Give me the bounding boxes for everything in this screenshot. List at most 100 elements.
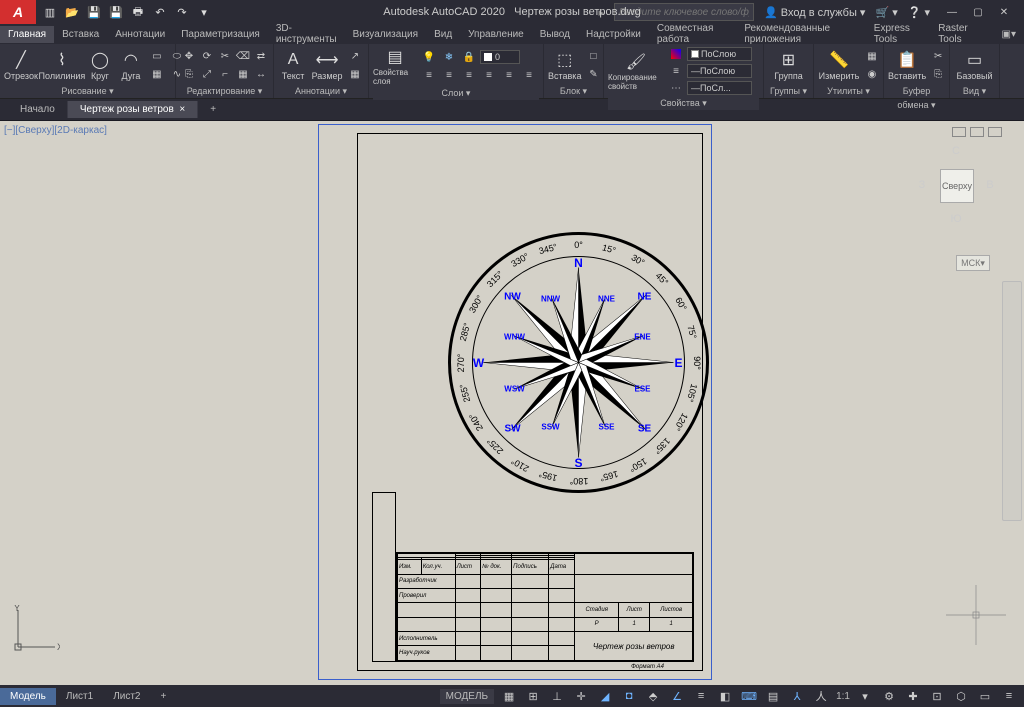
layout-tab-2[interactable]: Лист2 xyxy=(103,688,150,705)
stretch-icon[interactable]: ↔ xyxy=(252,66,270,82)
move-icon[interactable]: ✥ xyxy=(180,48,198,64)
text-button[interactable]: AТекст xyxy=(278,49,308,81)
tab-manage[interactable]: Управление xyxy=(460,26,532,43)
circle-button[interactable]: ◯Круг xyxy=(86,49,114,81)
fillet-icon[interactable]: ⌐ xyxy=(216,66,234,82)
3dosnap-icon[interactable]: ⬘ xyxy=(644,688,662,704)
tab-insert[interactable]: Вставка xyxy=(54,26,107,43)
wcs-label[interactable]: МСК ▾ xyxy=(956,255,990,271)
hatch-icon[interactable]: ▦ xyxy=(148,66,166,82)
clean-icon[interactable]: ▭ xyxy=(976,688,994,704)
exchange-icon[interactable]: 🛒 ▾ xyxy=(875,6,897,19)
sc-icon[interactable]: ⅄ xyxy=(788,688,806,704)
tab-output[interactable]: Вывод xyxy=(532,26,578,43)
viewcube-top-face[interactable]: Сверху xyxy=(940,169,974,203)
maximize-button[interactable]: ▢ xyxy=(966,4,990,20)
viewport-close-icon[interactable] xyxy=(988,127,1002,137)
ws-icon[interactable]: ⚙ xyxy=(880,688,898,704)
custom-icon[interactable]: ≡ xyxy=(1000,688,1018,704)
array-icon[interactable]: ▦ xyxy=(234,66,252,82)
layout-tab-1[interactable]: Лист1 xyxy=(56,688,103,705)
close-button[interactable]: ✕ xyxy=(992,4,1016,20)
insert-block-button[interactable]: ⬚Вставка xyxy=(548,49,581,81)
layout-tab-add[interactable]: + xyxy=(151,688,177,705)
color-combo[interactable]: ПоСлою xyxy=(687,47,752,61)
dimension-button[interactable]: ⟷Размер xyxy=(311,49,343,81)
navigation-bar[interactable] xyxy=(1002,281,1022,521)
layer-lock-icon[interactable]: 🔒 xyxy=(460,49,478,65)
mirror-icon[interactable]: ⇄ xyxy=(252,48,270,64)
util-icon2[interactable]: ◉ xyxy=(863,66,881,82)
arc-button[interactable]: ◠Дуга xyxy=(117,49,145,81)
undo-icon[interactable]: ↶ xyxy=(152,4,168,20)
tab-view[interactable]: Вид xyxy=(426,26,460,43)
doctab-drawing[interactable]: Чертеж розы ветров × xyxy=(68,101,198,118)
doctab-add[interactable]: + xyxy=(198,101,228,118)
linetype-combo[interactable]: — ПоСл... xyxy=(687,81,752,95)
doctab-start[interactable]: Начало xyxy=(8,101,68,118)
line-button[interactable]: ╱Отрезок xyxy=(4,49,38,81)
viewport-max-icon[interactable] xyxy=(970,127,984,137)
polar-icon[interactable]: ✛ xyxy=(572,688,590,704)
linetype-icon[interactable]: ⋯ xyxy=(667,80,685,96)
layer-icon4[interactable]: ≡ xyxy=(480,67,498,83)
qp-icon[interactable]: ▤ xyxy=(764,688,782,704)
color-swatch-icon[interactable] xyxy=(667,46,685,62)
copy-icon[interactable]: ⎘ xyxy=(180,66,198,82)
tab-addins[interactable]: Надстройки xyxy=(578,26,649,43)
transparency-icon[interactable]: ◧ xyxy=(716,688,734,704)
copy-clip-icon[interactable]: ⎘ xyxy=(929,66,947,82)
anno-scale[interactable]: 1:1 xyxy=(836,691,850,702)
layout-tab-model[interactable]: Модель xyxy=(0,688,56,705)
osnap-icon[interactable]: ◘ xyxy=(620,688,638,704)
trim-icon[interactable]: ✂ xyxy=(216,48,234,64)
rotate-icon[interactable]: ⟳ xyxy=(198,48,216,64)
iso-icon[interactable]: ⬡ xyxy=(952,688,970,704)
group-button[interactable]: ⊞Группа xyxy=(768,49,809,81)
doctab-close-icon[interactable]: × xyxy=(179,104,185,115)
isoplane-icon[interactable]: ◢ xyxy=(596,688,614,704)
drawing-canvas[interactable]: [−][Сверху][2D-каркас] xyxy=(0,121,1024,685)
minimize-button[interactable]: — xyxy=(940,4,964,20)
block-edit-icon[interactable]: ✎ xyxy=(584,66,602,82)
util-icon1[interactable]: ▦ xyxy=(863,48,881,64)
lwt-icon[interactable]: ≡ xyxy=(692,688,710,704)
tab-parametric[interactable]: Параметризация xyxy=(173,26,268,43)
cut-icon[interactable]: ✂ xyxy=(929,48,947,64)
saveas-icon[interactable]: 💾 xyxy=(108,4,124,20)
redo-icon[interactable]: ↷ xyxy=(174,4,190,20)
layer-freeze-icon[interactable]: ❄ xyxy=(440,49,458,65)
help-icon[interactable]: ❔ ▾ xyxy=(908,6,930,19)
anno-icon[interactable]: 人 xyxy=(812,688,830,704)
rect-icon[interactable]: ▭ xyxy=(148,48,166,64)
lineweight-icon[interactable]: ≡ xyxy=(667,63,685,79)
dyn-icon[interactable]: ⌨ xyxy=(740,688,758,704)
tab-focus[interactable]: ▣▾ xyxy=(994,26,1024,43)
ortho-icon[interactable]: ⊥ xyxy=(548,688,566,704)
baseview-button[interactable]: ▭Базовый xyxy=(954,49,995,81)
layer-icon2[interactable]: ≡ xyxy=(440,67,458,83)
table-icon[interactable]: ▦ xyxy=(346,66,364,82)
view-label[interactable]: [−][Сверху][2D-каркас] xyxy=(4,125,107,136)
block-create-icon[interactable]: □ xyxy=(584,48,602,64)
viewcube[interactable]: С В Ю З Сверху xyxy=(916,145,996,225)
otrack-icon[interactable]: ∠ xyxy=(668,688,686,704)
am-icon[interactable]: ✚ xyxy=(904,688,922,704)
layer-bulb-icon[interactable]: 💡 xyxy=(420,49,438,65)
model-space-button[interactable]: МОДЕЛЬ xyxy=(440,689,494,704)
leader-icon[interactable]: ↗ xyxy=(346,48,364,64)
paste-button[interactable]: 📋Вставить xyxy=(888,49,926,81)
open-icon[interactable]: 📂 xyxy=(64,4,80,20)
hw-icon[interactable]: ⊡ xyxy=(928,688,946,704)
viewport-min-icon[interactable] xyxy=(952,127,966,137)
qat-dropdown-icon[interactable]: ▾ xyxy=(196,4,212,20)
lineweight-combo[interactable]: — ПоСлою xyxy=(687,64,752,78)
layer-icon1[interactable]: ≡ xyxy=(420,67,438,83)
grid-icon[interactable]: ▦ xyxy=(500,688,518,704)
plot-icon[interactable]: 🖶 xyxy=(130,4,146,20)
app-menu-button[interactable]: A xyxy=(0,0,36,24)
signin-icon[interactable]: 👤 Вход в службы ▾ xyxy=(764,6,865,19)
layer-combo[interactable]: 0 xyxy=(480,50,520,64)
tab-home[interactable]: Главная xyxy=(0,26,54,43)
erase-icon[interactable]: ⌫ xyxy=(234,48,252,64)
